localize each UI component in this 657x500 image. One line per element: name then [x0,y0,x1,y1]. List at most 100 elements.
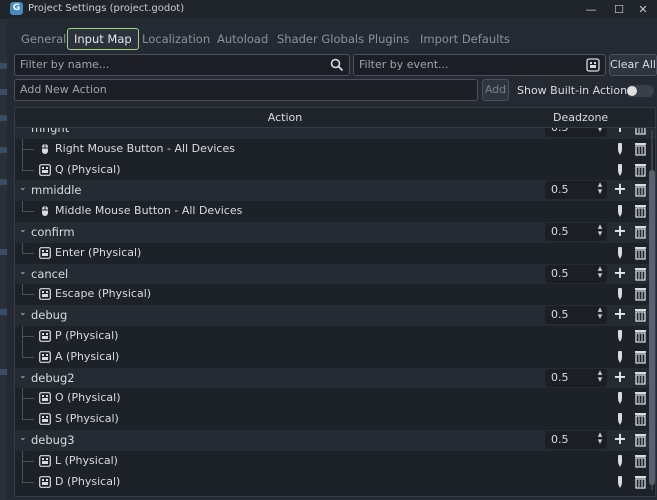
event-row[interactable]: Middle Mouse Button - All Devices [15,201,655,222]
trash-icon[interactable] [634,308,647,322]
event-row[interactable]: Enter (Physical) [15,242,655,264]
add-event-button[interactable]: + [613,181,627,197]
edit-event-icon[interactable] [615,163,625,177]
spin-arrows-icon[interactable]: ▴▾ [596,264,604,280]
trash-icon[interactable] [634,204,647,218]
deadzone-spinbox[interactable]: 0.5 ▴▾ [545,368,607,387]
add-new-action-input[interactable]: Add New Action [14,79,478,101]
edit-event-icon[interactable] [615,246,625,260]
deadzone-spinbox[interactable]: 0.5 ▴▾ [545,264,607,283]
event-row[interactable]: D (Physical) [15,471,655,493]
keyboard-icon [39,163,51,176]
close-button[interactable]: ✕ [629,0,657,19]
trash-icon[interactable] [634,287,647,302]
action-row[interactable]: ⌄ debug2 0.5 ▴ ▾ + [15,367,655,389]
action-row[interactable]: ⌄ mmiddle 0.5 ▴ ▾ + [15,180,655,202]
trash-icon[interactable] [634,267,647,281]
event-row[interactable]: L (Physical) [15,450,655,472]
deadzone-spinbox[interactable]: 0.5 ▴▾ [545,223,607,241]
spin-arrows-icon[interactable]: ▴▾ [596,306,604,322]
trash-icon[interactable] [634,433,647,447]
event-label: Enter (Physical) [55,245,142,259]
edit-event-icon[interactable] [615,391,625,405]
tree-trunk-line [22,201,23,212]
input-map-tree[interactable]: ⌄mright0.5▴▾+Right Mouse Button - All De… [14,107,656,497]
trash-icon[interactable] [634,391,647,406]
event-row[interactable]: P (Physical) [15,326,655,347]
trash-icon[interactable] [634,142,647,156]
clear-all-button[interactable]: Clear All [609,54,657,76]
action-name[interactable]: confirm [31,225,75,239]
deadzone-spinbox[interactable]: 0.5 ▴▾ [545,431,607,449]
filter-by-name-input[interactable]: Filter by name... [14,54,350,76]
event-row[interactable]: A (Physical) [15,346,655,368]
event-row[interactable]: O (Physical) [15,388,655,410]
trash-icon[interactable] [634,329,647,343]
edit-event-icon[interactable] [615,454,625,468]
window-titlebar[interactable]: G Project Settings (project.godot) — ☐ ✕ [0,0,657,19]
tree-branch-line [22,336,34,337]
spin-arrows-icon[interactable]: ▴▾ [596,181,604,197]
tab-localization[interactable]: Localization [142,28,210,50]
add-event-button[interactable]: + [613,306,627,322]
event-row[interactable]: S (Physical) [15,409,655,430]
trash-icon[interactable] [634,246,647,260]
tab-import-defaults[interactable]: Import Defaults [420,28,510,50]
deadzone-spinbox[interactable]: 0.5 ▴▾ [545,181,607,200]
action-row[interactable]: ⌄ debug 0.5 ▴ ▾ + [15,305,655,326]
tab-input-map[interactable]: Input Map [67,28,139,50]
edit-event-icon[interactable] [615,475,625,489]
edit-event-icon[interactable] [615,142,625,156]
event-label: Q (Physical) [55,162,121,176]
collapse-arrow-icon[interactable]: ⌄ [19,267,27,276]
action-name[interactable]: debug3 [31,433,75,447]
deadzone-spinbox[interactable]: 0.5 ▴▾ [545,306,607,325]
tab-shader-globals[interactable]: Shader Globals [277,28,364,50]
minimize-button[interactable]: — [577,0,605,19]
event-row[interactable]: Right Mouse Button - All Devices [15,138,655,160]
trash-icon[interactable] [634,412,647,426]
trash-icon[interactable] [634,163,647,177]
edit-event-icon[interactable] [615,350,625,364]
edit-event-icon[interactable] [615,412,625,426]
collapse-arrow-icon[interactable]: ⌄ [19,226,27,235]
action-row[interactable]: ⌄ confirm 0.5 ▴ ▾ + [15,222,655,243]
collapse-arrow-icon[interactable]: ⌄ [19,371,27,380]
trash-icon[interactable] [634,475,647,489]
edit-event-icon[interactable] [615,287,625,301]
trash-icon[interactable] [634,454,647,468]
trash-icon[interactable] [634,371,647,385]
scrollbar-thumb[interactable] [649,170,655,485]
add-event-button[interactable]: + [613,264,627,281]
edit-event-icon[interactable] [615,204,625,218]
collapse-arrow-icon[interactable]: ⌄ [19,309,27,318]
add-event-button[interactable]: + [613,368,627,385]
action-name[interactable]: mmiddle [31,183,81,197]
spin-arrows-icon[interactable]: ▴▾ [596,368,604,384]
trash-icon[interactable] [634,350,647,364]
spin-arrows-icon[interactable]: ▴▾ [596,223,604,239]
event-row[interactable]: Q (Physical) [15,159,655,181]
add-action-button[interactable]: Add [482,79,509,101]
action-name[interactable]: cancel [31,267,68,281]
trash-icon[interactable] [634,225,647,239]
tree-scrollbar[interactable] [649,130,655,490]
show-builtin-toggle[interactable] [626,85,654,97]
tab-autoload[interactable]: Autoload [217,28,268,50]
tab-general[interactable]: General [21,28,66,50]
add-event-button[interactable]: + [613,431,627,447]
tab-plugins[interactable]: Plugins [368,28,409,50]
add-event-button[interactable]: + [613,223,627,239]
trash-icon[interactable] [634,183,647,198]
collapse-arrow-icon[interactable]: ⌄ [19,434,27,443]
collapse-arrow-icon[interactable]: ⌄ [19,184,27,193]
filter-by-event-input[interactable]: Filter by event... [353,54,606,76]
action-row[interactable]: ⌄ debug3 0.5 ▴ ▾ + [15,430,655,451]
event-label: S (Physical) [55,412,119,426]
edit-event-icon[interactable] [615,329,625,343]
spin-arrows-icon[interactable]: ▴▾ [596,431,604,447]
action-row[interactable]: ⌄ cancel 0.5 ▴ ▾ + [15,263,655,285]
action-name[interactable]: debug2 [31,371,75,385]
action-name[interactable]: debug [31,308,67,322]
event-row[interactable]: Escape (Physical) [15,284,655,306]
